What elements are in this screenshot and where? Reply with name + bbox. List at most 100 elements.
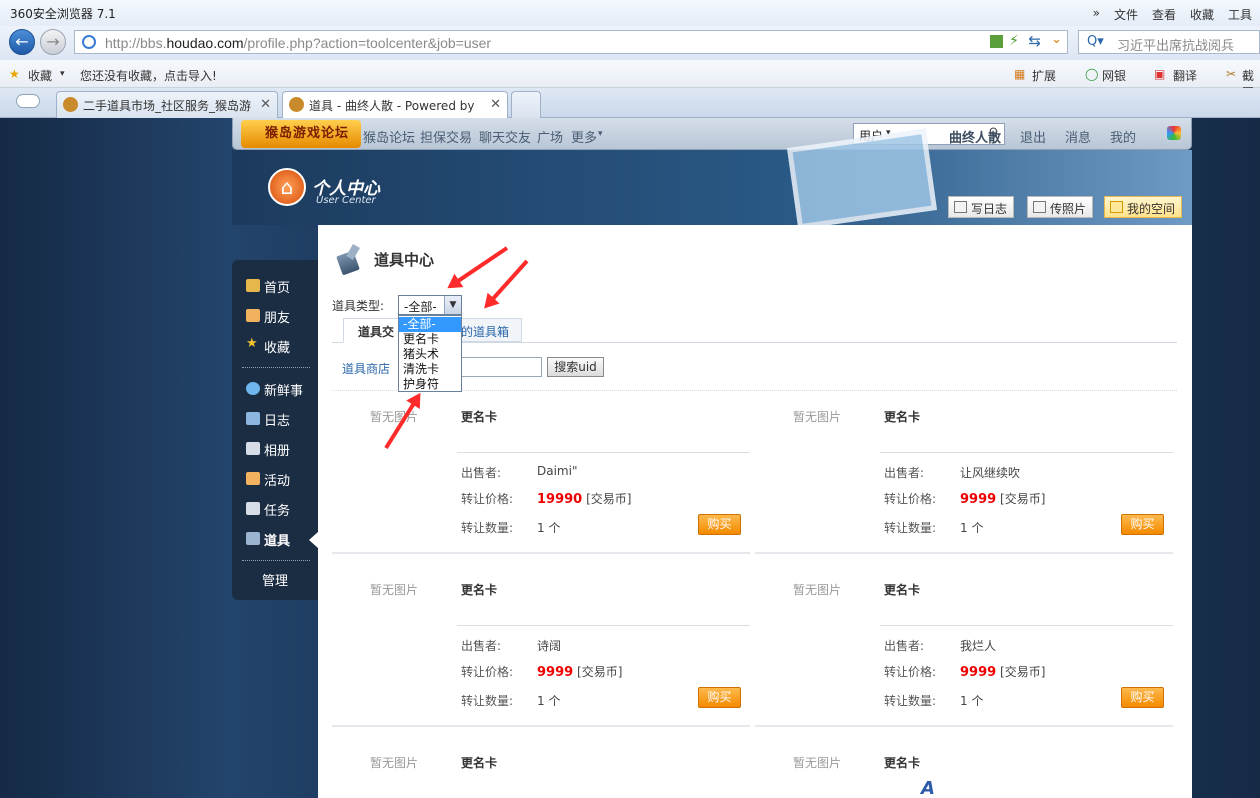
seller-name[interactable]: 让风继续吹 — [960, 464, 1020, 481]
menu-tools[interactable]: 工具 — [1228, 6, 1252, 23]
uid-input[interactable] — [456, 357, 542, 377]
item-card: 暂无图片 更名卡 出售者: 我烂人 转让价格: 9999 [交易币] 转让数量:… — [755, 569, 1173, 729]
seller-name[interactable]: 我烂人 — [960, 637, 996, 654]
forum-logo[interactable]: 猴岛游戏论坛 — [241, 120, 361, 148]
close-icon[interactable]: ✕ — [490, 97, 501, 112]
divider — [880, 625, 1173, 626]
option-clean[interactable]: 清洗卡 — [399, 362, 461, 377]
sidebar-item-manage[interactable]: 管理 — [246, 570, 288, 589]
new-tab-button[interactable] — [511, 91, 541, 118]
menu-view[interactable]: 查看 — [1152, 6, 1176, 23]
nav-forum[interactable]: 猴岛论坛 — [363, 127, 415, 146]
task-icon — [246, 502, 260, 515]
sidebar-item-favorites[interactable]: ★ 收藏 — [246, 336, 290, 356]
item-name[interactable]: 更名卡 — [884, 581, 920, 598]
address-bar[interactable]: http://bbs.houdao.com/profile.php?action… — [74, 30, 1068, 54]
shop-link[interactable]: 道具商店 — [342, 360, 390, 377]
messages-link[interactable]: 消息 — [1065, 127, 1091, 146]
card-divider — [332, 552, 750, 554]
option-amulet[interactable]: 护身符 — [399, 377, 461, 392]
seller-name[interactable]: 诗阔 — [537, 637, 561, 654]
skin-icon[interactable] — [1167, 126, 1181, 140]
address-text: http://bbs.houdao.com/profile.php?action… — [105, 35, 492, 51]
search-box[interactable]: Q▾ 习近平出席抗战阅兵 — [1078, 30, 1260, 54]
option-pighead[interactable]: 猪头术 — [399, 347, 461, 362]
item-name[interactable]: 更名卡 — [884, 408, 920, 425]
item-card: 暂无图片 更名卡 出售者: 让风继续吹 转让价格: 9999 [交易币] 转让数… — [755, 396, 1173, 556]
username[interactable]: 曲终人散 — [949, 127, 1001, 146]
menu-favorites[interactable]: 收藏 — [1190, 6, 1214, 23]
sidebar-item-news[interactable]: 新鲜事 — [246, 380, 303, 399]
browser-titlebar: 360安全浏览器 7.1 » 文件 查看 收藏 工具 — [0, 0, 1260, 26]
divider — [457, 625, 750, 626]
browser-title: 360安全浏览器 7.1 — [10, 7, 116, 21]
item-card: 暂无图片 更名卡 — [332, 742, 750, 798]
type-dropdown: -全部- 更名卡 猪头术 清洗卡 护身符 — [398, 315, 462, 392]
sidebar-item-home[interactable]: 首页 — [246, 277, 290, 296]
qty-label: 转让数量: — [461, 694, 514, 708]
buy-button[interactable]: 购买 — [698, 687, 741, 708]
search-uid-button[interactable]: 搜索uid — [547, 357, 604, 377]
nav-more[interactable]: 更多 — [571, 127, 597, 146]
seller-name[interactable]: Daimi" — [537, 464, 577, 478]
option-rename[interactable]: 更名卡 — [399, 332, 461, 347]
item-name[interactable]: 更名卡 — [461, 581, 497, 598]
page-title: 道具中心 — [374, 251, 435, 269]
type-select[interactable]: -全部- ▼ — [398, 295, 462, 315]
ext-bank[interactable]: 网银 — [1102, 67, 1126, 84]
activity-icon — [246, 472, 260, 485]
cloud-icon[interactable] — [16, 94, 40, 108]
sidebar-item-props[interactable]: 道具 — [246, 530, 290, 549]
bookmarks-import-hint[interactable]: 您还没有收藏，点击导入! — [80, 67, 217, 84]
sidebar-item-activity[interactable]: 活动 — [246, 470, 290, 489]
search-icon[interactable]: Q▾ — [1087, 34, 1104, 49]
sidebar-item-friends[interactable]: 朋友 — [246, 307, 290, 326]
my-link[interactable]: 我的 — [1110, 127, 1136, 146]
sidebar-item-blog[interactable]: 日志 — [246, 410, 290, 429]
menu-more[interactable]: » — [1093, 6, 1100, 23]
nav-chat[interactable]: 聊天交友 — [479, 127, 531, 146]
buy-button[interactable]: 购买 — [1121, 687, 1164, 708]
nav-escrow[interactable]: 担保交易 — [420, 127, 472, 146]
forward-button[interactable]: → — [40, 29, 66, 55]
refresh-icon[interactable]: ⇆ — [1028, 32, 1041, 50]
logout-link[interactable]: 退出 — [1020, 127, 1046, 146]
bookmarks-button[interactable]: 收藏 — [28, 67, 52, 84]
bookmarks-bar: ★ 收藏 ▾ 您还没有收藏，点击导入! ▦ 扩展 ◯ 网银 ▣ 翻译 ✂ 截图 — [0, 60, 1260, 100]
item-name[interactable]: 更名卡 — [884, 754, 920, 771]
chevron-down-icon: ▾ — [598, 129, 603, 139]
item-name[interactable]: 更名卡 — [461, 408, 497, 425]
back-button[interactable]: ← — [9, 29, 35, 55]
no-image: 暂无图片 — [793, 410, 842, 424]
sidebar-item-album[interactable]: 相册 — [246, 440, 290, 459]
card-divider — [755, 552, 1173, 554]
chevron-down-icon[interactable]: ▼ — [444, 296, 461, 314]
close-icon[interactable]: ✕ — [260, 97, 271, 112]
tab-market[interactable]: 二手道具市场_社区服务_猴岛游 ✕ — [56, 91, 278, 118]
option-all[interactable]: -全部- — [399, 317, 461, 332]
sidebar-divider — [242, 560, 310, 561]
speed-icon[interactable]: ⚡ — [1009, 33, 1019, 49]
card-divider — [332, 725, 750, 727]
bookmarks-dropdown-icon[interactable]: ▾ — [60, 69, 65, 79]
write-blog-button[interactable]: 写日志 — [948, 196, 1015, 218]
item-name[interactable]: 更名卡 — [461, 754, 497, 771]
ext-translate[interactable]: 翻译 — [1173, 67, 1197, 84]
qr-icon[interactable] — [990, 35, 1003, 48]
dropdown-icon[interactable]: ⌄ — [1051, 32, 1062, 47]
upload-photo-button[interactable]: 传照片 — [1027, 196, 1094, 218]
tab-my-box[interactable]: 的道具箱 — [452, 318, 522, 342]
tab-props[interactable]: 道具 - 曲终人散 - Powered by ✕ — [282, 91, 508, 118]
ext-extensions[interactable]: 扩展 — [1032, 67, 1056, 84]
my-space-button[interactable]: 我的空间 — [1104, 196, 1183, 218]
card-divider — [755, 725, 1173, 727]
seller-label: 出售者: — [884, 466, 925, 480]
extension-icon: ▦ — [1014, 67, 1026, 81]
monkey-icon — [289, 97, 304, 112]
nav-square[interactable]: 广场 — [537, 127, 563, 146]
menu-file[interactable]: 文件 — [1114, 6, 1138, 23]
sidebar-item-tasks[interactable]: 任务 — [246, 500, 290, 519]
buy-button[interactable]: 购买 — [1121, 514, 1164, 535]
buy-button[interactable]: 购买 — [698, 514, 741, 535]
type-label: 道具类型: — [332, 299, 385, 313]
